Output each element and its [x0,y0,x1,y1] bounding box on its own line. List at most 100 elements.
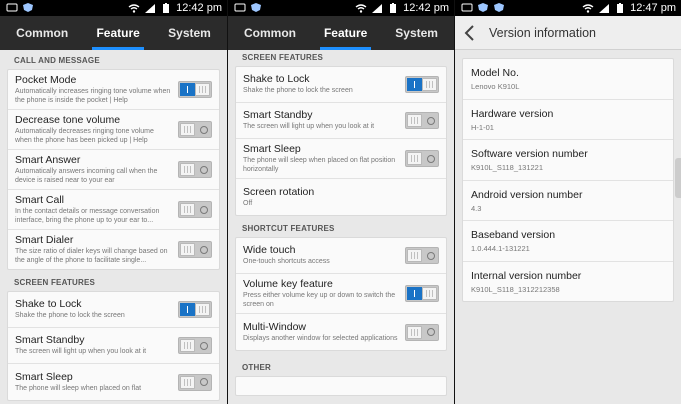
setting-description: The screen will light up when you look a… [15,348,147,356]
shield-app-icon [493,2,505,13]
wifi-icon [355,3,367,14]
setting-row[interactable]: Smart Sleep The phone will sleep when pla… [236,139,446,179]
toggle-switch[interactable] [405,323,439,341]
setting-row[interactable]: Smart Standby The screen will light up wh… [236,103,446,139]
setting-description: The size ratio of dialer keys will chang… [15,248,168,264]
toggle-off-indicator [196,203,211,216]
settings-panel-feature-2: 12:42 pm Common Feature System SCREEN FE… [227,0,454,404]
section-title: CALL AND MESSAGE [14,56,100,65]
setting-description: Automatically increases ringing tone vol… [15,88,171,104]
version-row[interactable]: Model No. Lenovo K910L [463,59,673,100]
notification-icon [461,2,473,13]
setting-title: Smart Call [15,194,65,206]
setting-row[interactable]: Smart Sleep The phone will sleep when pla… [8,364,219,400]
toggle-switch[interactable] [405,76,439,93]
toggle-switch[interactable] [178,121,212,138]
setting-description: Press either volume key up or down to sw… [243,292,396,308]
setting-row[interactable]: Volume key feature Press either volume ke… [236,274,446,314]
setting-description: The phone will sleep when placed on flat… [243,157,396,173]
status-bar: 12:42 pm [228,0,454,16]
settings-tabs: Common Feature System [0,16,227,50]
clock: 12:42 pm [176,2,222,14]
setting-title: Screen rotation [243,185,315,198]
edge-handle[interactable] [675,158,681,198]
setting-description: In the contact details or message conver… [15,208,160,224]
tab-common[interactable]: Common [12,16,72,50]
setting-row[interactable]: Decrease tone volume Automatically decrea… [8,110,219,150]
setting-row[interactable]: Smart Dialer The size ratio of dialer key… [8,230,219,269]
setting-row[interactable]: Smart Answer Automatically answers incomi… [8,150,219,190]
clock: 12:42 pm [403,2,449,14]
battery-icon [160,2,172,14]
tab-feature[interactable]: Feature [92,16,145,50]
notification-icon [6,2,18,13]
setting-row[interactable]: Smart Call In the contact details or mess… [8,190,219,230]
toggle-knob [407,114,422,127]
setting-description: Displays another window for selected app… [243,334,398,342]
tab-common[interactable]: Common [240,16,300,50]
version-label: Android version number [471,188,583,201]
tab-feature[interactable]: Feature [319,16,372,50]
toggle-switch[interactable] [178,81,212,98]
toggle-on-indicator [407,287,422,300]
toggle-switch[interactable] [178,201,212,218]
toggle-on-indicator [180,303,195,316]
settings-card [235,376,447,396]
toggle-off-indicator [196,163,211,176]
toggle-switch[interactable] [178,301,212,318]
notification-icon [234,2,246,13]
shield-app-icon [250,2,262,13]
section-title: SCREEN FEATURES [242,53,324,62]
version-value: H-1-01 [471,122,494,132]
battery-icon [387,2,399,14]
version-row[interactable]: Android version number 4.3 [463,181,673,221]
battery-icon [614,2,626,14]
setting-row[interactable]: Wide touch One-touch shortcuts access [236,238,446,274]
setting-description: The phone will sleep when placed on flat [15,384,142,392]
toggle-switch[interactable] [405,285,439,302]
section-title: OTHER [242,363,271,372]
toggle-switch[interactable] [178,241,212,258]
version-row[interactable]: Baseband version 1.0.444.1-131221 [463,221,673,262]
back-arrow-icon[interactable] [463,24,481,42]
section-title: SHORTCUT FEATURES [242,224,335,233]
setting-description: Shake the phone to lock the screen [243,87,353,95]
setting-row[interactable]: Pocket Mode Automatically increases ringi… [8,70,219,110]
setting-row[interactable]: Screen rotation Off [236,179,446,215]
toggle-knob [422,78,437,91]
version-row[interactable]: Hardware version H-1-01 [463,100,673,140]
section-title: SCREEN FEATURES [14,278,96,287]
toggle-switch[interactable] [405,247,439,264]
toggle-switch[interactable] [178,161,212,178]
setting-row[interactable]: Multi-Window Displays another window for … [236,314,446,350]
toggle-switch[interactable] [405,112,439,129]
setting-title: Smart Sleep [243,143,301,155]
version-label: Hardware version [471,107,554,120]
toggle-switch[interactable] [178,373,212,391]
toggle-knob [407,152,422,165]
version-row[interactable]: Software version number K910L_S118_131221 [463,140,673,181]
toggle-off-indicator [423,152,438,165]
toggle-switch[interactable] [178,337,212,354]
toggle-switch[interactable] [405,150,439,167]
tab-system[interactable]: System [391,16,442,50]
clock: 12:47 pm [630,2,676,14]
settings-panel-feature-1: 12:42 pm Common Feature System CALL AND … [0,0,227,404]
setting-title: Smart Answer [15,154,81,166]
setting-row[interactable]: Smart Standby The screen will light up wh… [8,328,219,364]
version-info-panel: 12:47 pm Version information Model No. Le… [454,0,681,404]
setting-title: Shake to Lock [15,298,82,311]
setting-row[interactable]: Shake to Lock Shake the phone to lock the… [8,292,219,328]
toggle-off-indicator [423,114,438,127]
tab-system[interactable]: System [164,16,215,50]
version-row[interactable]: Internal version number K910L_S118_131221… [463,262,673,302]
setting-title: Shake to Lock [243,73,310,86]
toggle-knob [195,303,210,316]
setting-title: Pocket Mode [15,74,77,86]
setting-title: Smart Dialer [15,234,74,246]
toggle-off-indicator [196,123,211,136]
setting-row[interactable]: Shake to Lock Shake the phone to lock the… [236,67,446,103]
status-bar: 12:47 pm [455,0,681,16]
setting-description: Off [243,199,253,207]
page-title: Version information [489,25,597,40]
